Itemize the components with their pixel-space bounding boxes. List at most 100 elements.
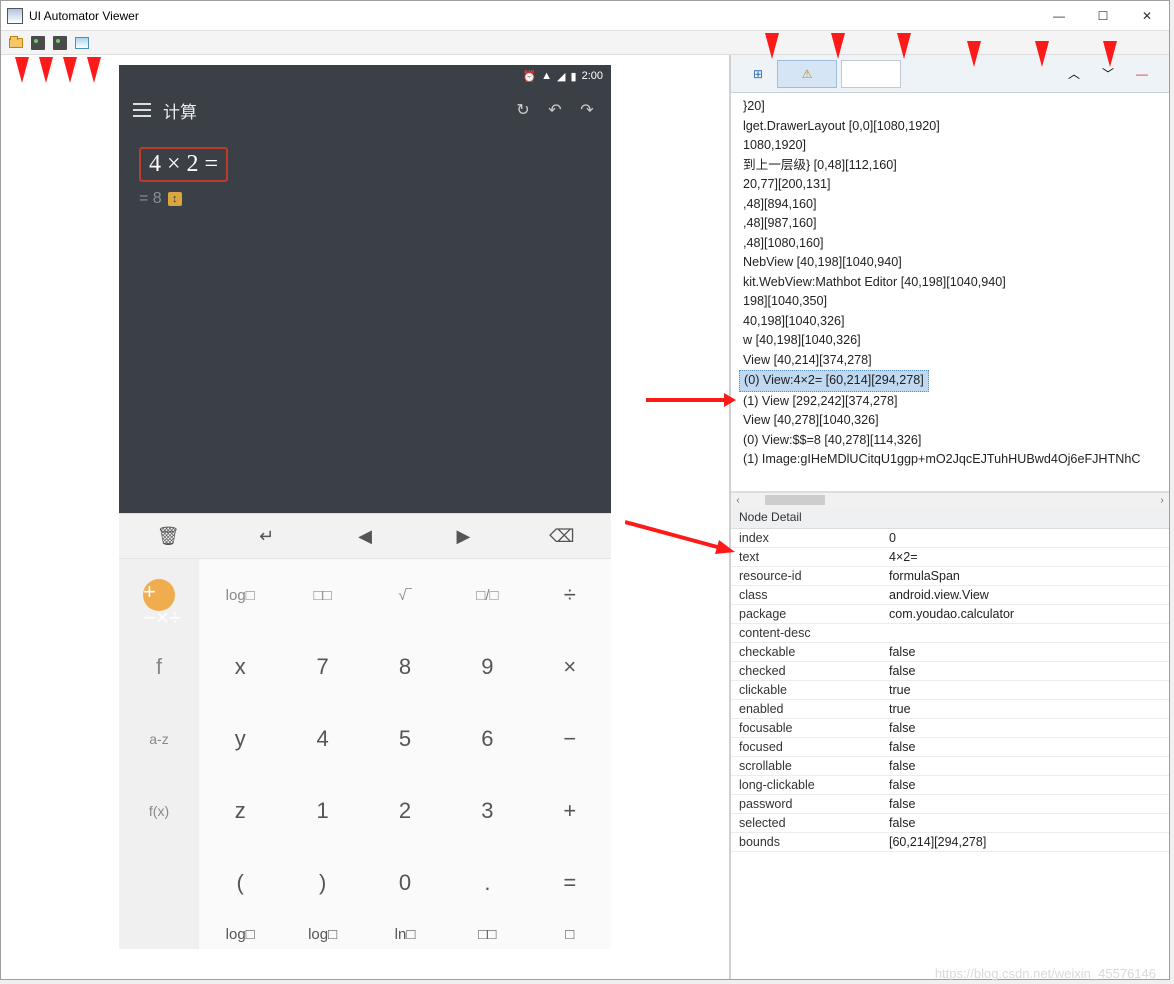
key-x[interactable]: x — [199, 631, 281, 703]
watermark: https://blog.csdn.net/weixin_45576146 — [935, 966, 1156, 981]
toggle-button-blank[interactable] — [841, 60, 901, 88]
key-az[interactable]: a-z — [119, 703, 199, 775]
tree-item[interactable]: w [40,198][1040,326] — [739, 331, 1169, 351]
detail-row: classandroid.view.View — [731, 586, 1169, 605]
detail-row: checkedfalse — [731, 662, 1169, 681]
tree-item[interactable]: 1080,1920] — [739, 136, 1169, 156]
key-divide[interactable]: ÷ — [529, 559, 611, 631]
backspace-key[interactable]: ⌫ — [513, 514, 611, 558]
key-9[interactable]: 9 — [446, 631, 528, 703]
key-4[interactable]: 4 — [281, 703, 363, 775]
tree-item[interactable]: 40,198][1040,326] — [739, 312, 1169, 332]
scroll-right-icon[interactable]: › — [1155, 495, 1169, 506]
tree-item[interactable]: 20,77][200,131] — [739, 175, 1169, 195]
key-log[interactable]: log□ — [199, 559, 281, 631]
tree-item[interactable]: lget.DrawerLayout [0,0][1080,1920] — [739, 117, 1169, 137]
detail-row: focusedfalse — [731, 738, 1169, 757]
ops-icon: +−×÷ — [143, 579, 175, 611]
key-7[interactable]: 7 — [281, 631, 363, 703]
tree-item[interactable]: (1) View [292,242][374,278] — [739, 392, 1169, 412]
detail-key: focused — [731, 738, 881, 757]
key-fx[interactable]: f(x) — [119, 775, 199, 847]
tree-item[interactable]: NebView [40,198][1040,940] — [739, 253, 1169, 273]
scroll-thumb[interactable] — [765, 495, 825, 505]
tree-item[interactable]: View [40,214][374,278] — [739, 351, 1169, 371]
detail-value — [881, 624, 1169, 643]
key-2[interactable]: 2 — [364, 775, 446, 847]
dump-screenshot-button-3[interactable] — [73, 34, 91, 52]
annotation-arrow-detail — [625, 518, 735, 558]
close-button[interactable]: ✕ — [1125, 1, 1169, 31]
key-0[interactable]: 0 — [364, 847, 446, 919]
expand-all-button[interactable]: ⊞ — [743, 60, 773, 88]
key-lparen[interactable]: ( — [199, 847, 281, 919]
menu-icon[interactable] — [133, 103, 151, 117]
cursor-right-key[interactable]: ▶ — [414, 514, 512, 558]
expression-main[interactable]: 4 × 2 = — [139, 147, 228, 182]
tree-h-scrollbar[interactable]: ‹ › — [731, 493, 1169, 507]
tree-item[interactable]: (1) Image:gIHeMDlUCitqU1ggp+mO2JqcEJTuhH… — [739, 450, 1169, 470]
key-y[interactable]: y — [199, 703, 281, 775]
dump-screenshot-button-2[interactable] — [51, 34, 69, 52]
tree-item[interactable]: ,48][1080,160] — [739, 234, 1169, 254]
key-f[interactable]: f — [119, 631, 199, 703]
detail-value: 0 — [881, 529, 1169, 548]
annotation-arrow — [967, 41, 981, 67]
expand-badge[interactable]: ↕ — [168, 192, 182, 206]
key-z[interactable]: z — [199, 775, 281, 847]
delete-key[interactable]: 🗑 — [119, 514, 217, 558]
tree-item[interactable]: (0) View:$$=8 [40,278][114,326] — [739, 431, 1169, 451]
folder-icon — [9, 38, 23, 48]
key-5[interactable]: 5 — [364, 703, 446, 775]
tree-item[interactable]: }20] — [739, 97, 1169, 117]
maximize-button[interactable]: ☐ — [1081, 1, 1125, 31]
key-3[interactable]: 3 — [446, 775, 528, 847]
minimize-button[interactable]: — — [1037, 1, 1081, 31]
device-icon-1 — [31, 36, 45, 50]
undo-icon[interactable]: ↶ — [545, 100, 565, 120]
tree-item[interactable]: View [40,278][1040,326] — [739, 411, 1169, 431]
tree-item[interactable]: 198][1040,350] — [739, 292, 1169, 312]
key-6[interactable]: 6 — [446, 703, 528, 775]
keypad-row-2: a-z y 4 5 6 − — [119, 703, 611, 775]
key-8[interactable]: 8 — [364, 631, 446, 703]
annotation-arrow — [897, 33, 911, 59]
prev-node-button[interactable]: ︿ — [1059, 60, 1089, 88]
tree-item[interactable]: 到上一层级} [0,48][112,160] — [739, 156, 1169, 176]
device-screenshot: ⏰ ▲ ◢ ▮ 2:00 计算 ↻ ↶ ↷ 4 × 2 = — [119, 65, 611, 949]
redo-icon[interactable]: ↷ — [577, 100, 597, 120]
tree-item[interactable]: ,48][987,160] — [739, 214, 1169, 234]
key-minus[interactable]: − — [529, 703, 611, 775]
dump-screenshot-button-1[interactable] — [29, 34, 47, 52]
right-panel: ⊞ ⚠ ︿ ﹀ — }20]lget.DrawerLayout [0,0][10… — [731, 55, 1169, 979]
hierarchy-tree[interactable]: }20]lget.DrawerLayout [0,0][1080,1920]10… — [731, 93, 1169, 493]
history-icon[interactable]: ↻ — [513, 100, 533, 120]
main-toolbar — [1, 31, 1169, 55]
cursor-left-key[interactable]: ◀ — [316, 514, 414, 558]
detail-row: packagecom.youdao.calculator — [731, 605, 1169, 624]
alarm-icon: ⏰ — [522, 70, 536, 83]
detail-row: focusablefalse — [731, 719, 1169, 738]
detail-key: clickable — [731, 681, 881, 700]
key-multiply[interactable]: × — [529, 631, 611, 703]
keypad-row-0: +−×÷ log□ □□ √‾ □/□ ÷ — [119, 559, 611, 631]
naf-toggle-button[interactable]: ⚠ — [777, 60, 837, 88]
enter-key[interactable]: ↵ — [217, 514, 315, 558]
key-1[interactable]: 1 — [281, 775, 363, 847]
detail-value: false — [881, 795, 1169, 814]
key-equals[interactable]: = — [529, 847, 611, 919]
key-power[interactable]: □□ — [281, 559, 363, 631]
key-plus[interactable]: + — [529, 775, 611, 847]
key-sqrt[interactable]: √‾ — [364, 559, 446, 631]
key-frac[interactable]: □/□ — [446, 559, 528, 631]
open-file-button[interactable] — [7, 34, 25, 52]
tree-item[interactable]: kit.WebView:Mathbot Editor [40,198][1040… — [739, 273, 1169, 293]
tree-item[interactable]: (0) View:4×2= [60,214][294,278] — [739, 370, 929, 392]
key-dot[interactable]: . — [446, 847, 528, 919]
delete-node-button[interactable]: — — [1127, 60, 1157, 88]
key-rparen[interactable]: ) — [281, 847, 363, 919]
key-blank[interactable] — [119, 847, 199, 919]
tree-item[interactable]: ,48][894,160] — [739, 195, 1169, 215]
scroll-left-icon[interactable]: ‹ — [731, 495, 745, 506]
key-ops[interactable]: +−×÷ — [119, 559, 199, 631]
